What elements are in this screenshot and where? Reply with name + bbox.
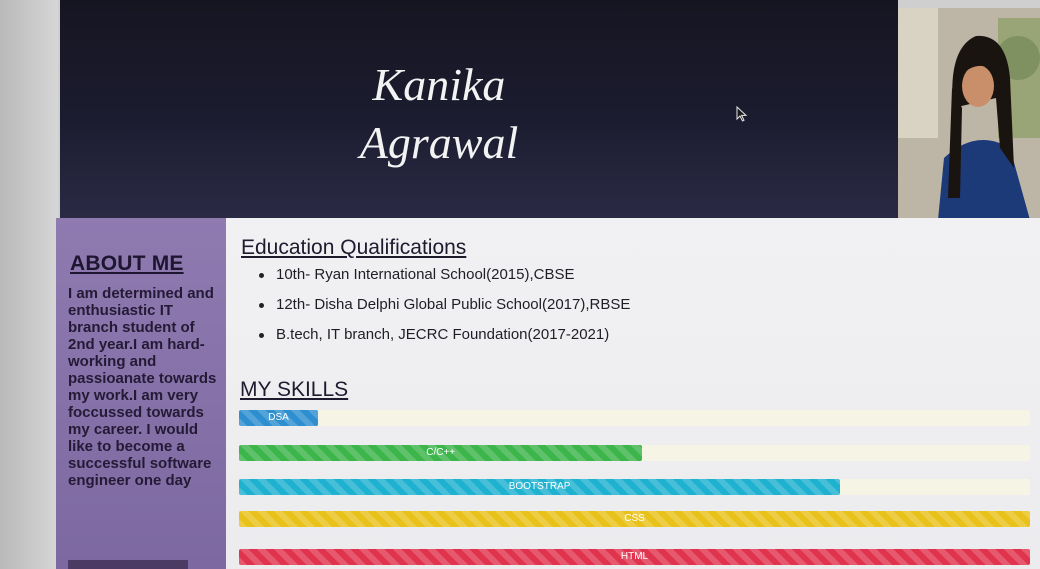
about-sidebar: ABOUT ME I am determined and enthusiasti… <box>56 218 226 569</box>
sidebar-next-section-cutoff <box>68 560 188 569</box>
education-item: 12th- Disha Delphi Global Public School(… <box>256 295 630 325</box>
skill-bar-css: CSS <box>239 511 1030 527</box>
skill-track-bootstrap: BOOTSTRAP <box>239 479 1030 495</box>
resume-header: Kanika Agrawal <box>60 0 898 218</box>
skills-title: MY SKILLS <box>240 378 349 401</box>
about-text: I am determined and enthusiastic IT bran… <box>68 285 217 489</box>
profile-photo <box>898 8 1040 220</box>
skill-bar-cpp: C/C++ <box>239 445 643 461</box>
name-first: Kanika <box>372 59 506 110</box>
skill-bar-html: HTML <box>239 549 1030 565</box>
skill-track-dsa: DSA <box>239 410 1030 426</box>
skill-track-css: CSS <box>239 511 1030 527</box>
skill-bar-dsa: DSA <box>239 410 319 426</box>
name-last: Agrawal <box>359 117 519 168</box>
mouse-cursor-icon <box>736 106 748 122</box>
education-item: B.tech, IT branch, JECRC Foundation(2017… <box>256 325 630 355</box>
skill-track-html: HTML <box>239 549 1030 565</box>
education-item: 10th- Ryan International School(2015),CB… <box>256 265 630 295</box>
education-list: 10th- Ryan International School(2015),CB… <box>256 265 630 355</box>
main-content: Education Qualifications 10th- Ryan Inte… <box>226 218 1040 569</box>
profile-name: Kanika Agrawal <box>20 56 858 172</box>
person-photo-icon <box>898 8 1040 220</box>
about-title: ABOUT ME <box>70 252 184 275</box>
skill-track-cpp: C/C++ <box>239 445 1030 461</box>
education-title: Education Qualifications <box>241 236 467 259</box>
skill-bar-bootstrap: BOOTSTRAP <box>239 479 841 495</box>
